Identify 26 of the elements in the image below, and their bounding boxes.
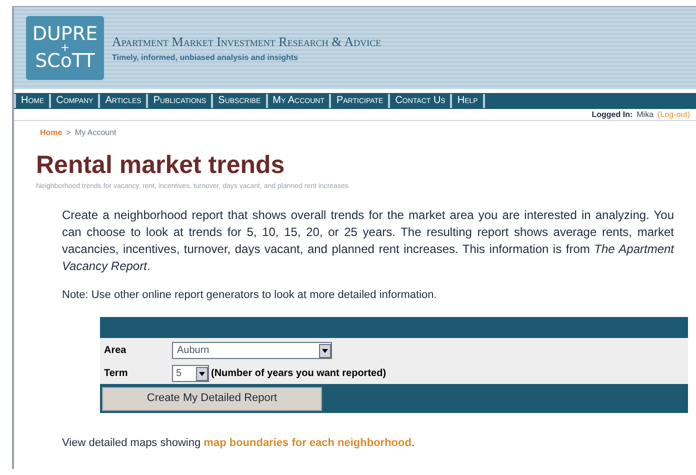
nav-link[interactable]: Home bbox=[14, 94, 50, 108]
term-label: Term bbox=[104, 367, 129, 381]
area-select[interactable]: Auburn bbox=[172, 342, 332, 359]
login-label: Logged In: bbox=[592, 108, 633, 120]
breadcrumb-separator: > bbox=[66, 127, 71, 139]
term-select[interactable]: 5 bbox=[172, 365, 209, 382]
term-hint: (Number of years you want reported) bbox=[211, 367, 386, 381]
note-text: Note: Use other online report generators to look at more detailed information. bbox=[61, 288, 438, 302]
nav-link[interactable]: My Account bbox=[266, 94, 330, 108]
nav-link[interactable]: Company bbox=[49, 94, 98, 108]
site-title: Apartment Market Investment Research & Advice bbox=[112, 33, 382, 52]
page-title: Rental market trends bbox=[35, 153, 286, 178]
nav-link[interactable]: Participate bbox=[329, 94, 388, 108]
logo[interactable]: DUPRE + SCoTT bbox=[26, 16, 104, 80]
user-name: Mika bbox=[636, 108, 654, 120]
intro-paragraph: Create a neighborhood report that shows overall trends for the market area you are interested in analyzing. You can choose to look at trends for 5, 10, 15, 20, or 25 years. The resulting report shows average rents, market vacancies, incentives, turnover, days vacant, and planned rent increases. This information is from The Apartment Vacancy Report. bbox=[61, 206, 676, 274]
nav-link[interactable]: Publications bbox=[146, 94, 212, 108]
nav-link[interactable]: Help bbox=[450, 94, 483, 108]
area-label: Area bbox=[104, 344, 128, 358]
nav-link[interactable]: Contact Us bbox=[388, 94, 450, 108]
tagline: Timely, informed, unbiased analysis and insights bbox=[112, 52, 299, 64]
create-report-button[interactable]: Create My Detailed Report bbox=[102, 386, 322, 410]
nav-link[interactable]: Articles bbox=[98, 94, 146, 108]
nav-link[interactable]: Subscribe bbox=[211, 94, 266, 108]
footer-text: View detailed maps showing map boundaries for each neighborhood. bbox=[61, 436, 416, 451]
breadcrumb-current: My Account bbox=[74, 127, 116, 139]
